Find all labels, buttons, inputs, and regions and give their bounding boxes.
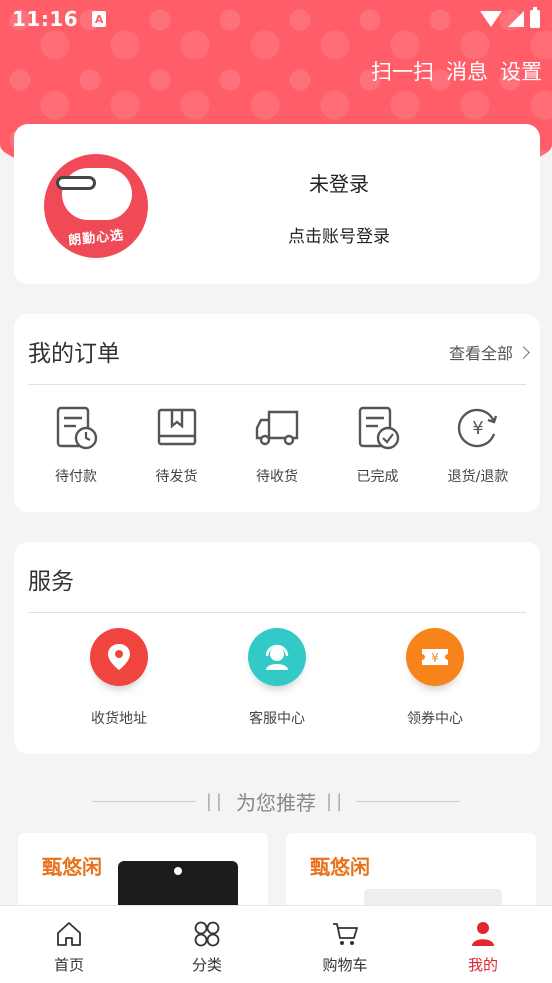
tab-home[interactable]: 首页 — [0, 906, 138, 983]
scan-button[interactable]: 扫一扫 — [371, 56, 434, 86]
truck-icon — [255, 410, 299, 446]
refund-icon: ¥ — [457, 408, 498, 448]
orders-title: 我的订单 — [28, 341, 120, 367]
order-item-label: 退货/退款 — [447, 469, 509, 485]
status-time: 11:16 — [12, 7, 79, 31]
login-status-title: 未登录 — [309, 172, 369, 196]
view-all-label: 查看全部 — [448, 344, 513, 363]
completed-doc-icon — [358, 406, 399, 450]
service-address[interactable]: 收货地址 — [59, 628, 179, 728]
service-label: 客服中心 — [249, 711, 305, 727]
services-card: 服务 收货地址 客服中心 ¥ 领券中心 — [14, 542, 540, 754]
package-icon — [157, 408, 196, 446]
divider-line — [356, 801, 461, 802]
service-label: 领券中心 — [407, 711, 463, 727]
order-item-label: 待发货 — [155, 469, 198, 485]
view-all-orders-button[interactable]: 查看全部 — [448, 340, 530, 364]
home-icon — [57, 922, 81, 946]
services-divider — [28, 612, 526, 613]
signal-icon — [508, 11, 524, 27]
decor-bars: || — [326, 791, 347, 812]
order-item-label: 已完成 — [356, 469, 399, 485]
orders-card: 我的订单 查看全部 待付款 待发货 待收货 已完成 ¥ 退货/退款 — [14, 314, 540, 512]
header-actions: 扫一扫 消息 设置 — [371, 56, 542, 86]
decor-bars: || — [205, 791, 226, 812]
settings-button[interactable]: 设置 — [500, 56, 542, 86]
service-coupons[interactable]: ¥ 领券中心 — [375, 628, 495, 728]
order-item-label: 待收货 — [256, 469, 298, 485]
order-item-completed[interactable]: 已完成 — [330, 404, 426, 486]
recommend-heading: || 为您推荐 || — [0, 787, 552, 816]
battery-icon — [530, 7, 540, 28]
login-link[interactable]: 点击账号登录 — [224, 222, 454, 247]
service-label: 收货地址 — [91, 711, 147, 727]
glasses-icon — [56, 176, 96, 190]
pending-payment-icon — [56, 406, 98, 450]
location-pin-icon — [90, 628, 148, 686]
product-brand: 甄悠闲 — [42, 855, 102, 879]
orders-divider — [28, 384, 526, 385]
profile-icon — [472, 922, 494, 946]
service-row: 收货地址 客服中心 ¥ 领券中心 — [14, 628, 540, 728]
product-card[interactable]: 甄悠闲 — [18, 833, 268, 913]
wifi-icon — [480, 11, 502, 27]
tab-label: 我的 — [467, 956, 498, 974]
coupon-icon: ¥ — [406, 628, 464, 686]
order-status-row: 待付款 待发货 待收货 已完成 ¥ 退货/退款 — [28, 404, 526, 486]
chevron-right-icon — [517, 345, 530, 359]
svg-text:¥: ¥ — [472, 418, 483, 439]
bottom-tab-bar: 首页 分类 购物车 我的 — [0, 905, 552, 983]
messages-button[interactable]: 消息 — [446, 56, 488, 86]
tab-category[interactable]: 分类 — [138, 906, 276, 983]
status-bar: 11:16 A — [0, 0, 552, 38]
services-title: 服务 — [28, 569, 74, 595]
divider-line — [91, 801, 196, 802]
svg-text:¥: ¥ — [431, 651, 439, 665]
product-brand: 甄悠闲 — [310, 855, 370, 879]
product-card[interactable]: 甄悠闲 — [286, 833, 536, 913]
order-item-to-ship[interactable]: 待发货 — [129, 404, 225, 486]
order-item-to-receive[interactable]: 待收货 — [229, 404, 325, 486]
avatar-brand-text: 朗勤心选 — [67, 228, 125, 249]
cart-icon — [333, 923, 358, 945]
status-icons — [480, 7, 540, 28]
tab-label: 首页 — [53, 956, 84, 974]
tab-label: 购物车 — [322, 956, 368, 974]
tab-label: 分类 — [191, 956, 222, 974]
service-customer-center[interactable]: 客服中心 — [217, 628, 337, 728]
app-notification-icon: A — [92, 11, 107, 27]
login-card[interactable]: 朗勤心选 未登录 点击账号登录 — [14, 124, 540, 284]
avatar[interactable]: 朗勤心选 — [44, 154, 148, 258]
tab-cart[interactable]: 购物车 — [276, 906, 414, 983]
tab-profile[interactable]: 我的 — [414, 906, 552, 983]
category-icon — [194, 921, 220, 947]
headset-icon — [248, 628, 306, 686]
recommend-title: 为您推荐 — [236, 791, 316, 815]
order-item-refund[interactable]: ¥ 退货/退款 — [430, 404, 526, 486]
order-item-label: 待付款 — [55, 469, 97, 485]
order-item-pending-payment[interactable]: 待付款 — [28, 404, 124, 486]
